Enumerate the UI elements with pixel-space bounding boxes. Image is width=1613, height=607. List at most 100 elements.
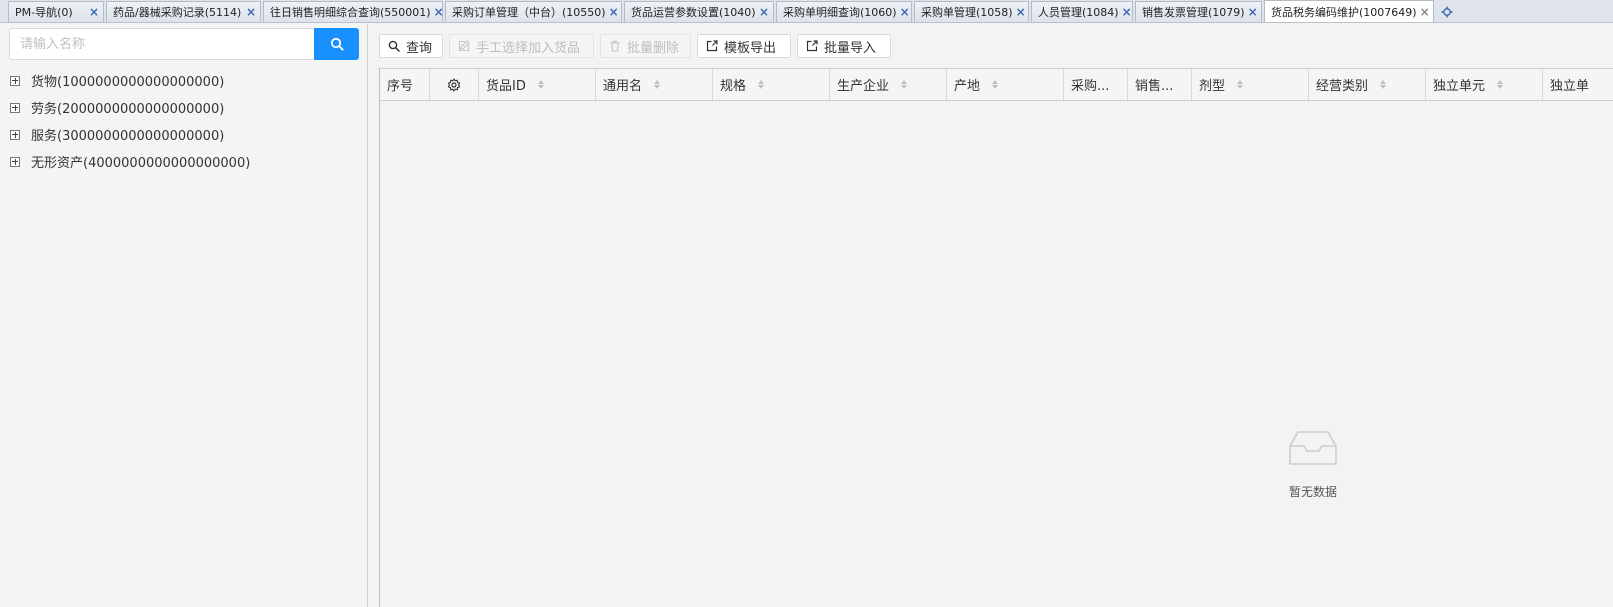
export-icon [706, 40, 718, 52]
close-icon[interactable]: × [609, 6, 619, 18]
column-settings[interactable] [430, 69, 479, 100]
tab-personnel-mgmt[interactable]: 人员管理(1084) × [1031, 1, 1133, 22]
expand-icon[interactable] [10, 156, 20, 167]
tab-purchase-order-mgmt[interactable]: 采购订单管理（中台）(10550) × [445, 1, 622, 22]
column-header-independent-unit-2[interactable]: 独立单 [1543, 69, 1613, 100]
column-header-spec[interactable]: 规格 [713, 69, 830, 100]
close-icon[interactable]: × [434, 6, 444, 18]
sort-icon[interactable] [1380, 80, 1387, 89]
column-header-origin[interactable]: 产地 [947, 69, 1064, 100]
column-header-generic-name[interactable]: 通用名 [596, 69, 713, 100]
column-header-dosage-form[interactable]: 剂型 [1192, 69, 1309, 100]
sort-icon[interactable] [654, 80, 661, 89]
tab-label: 采购订单管理（中台）(10550) [452, 6, 606, 19]
sort-icon[interactable] [1497, 80, 1504, 89]
category-search [9, 28, 359, 60]
search-button[interactable] [314, 28, 359, 60]
sort-icon[interactable] [1237, 80, 1244, 89]
tab-purchase-mgmt[interactable]: 采购单管理(1058) × [914, 1, 1029, 22]
trash-icon [610, 40, 620, 52]
tab-drug-purchase-record[interactable]: 药品/器械采购记录(5114) × [106, 1, 261, 22]
close-icon[interactable]: × [246, 6, 256, 18]
add-tab-icon[interactable] [1436, 1, 1458, 22]
expand-icon[interactable] [10, 75, 20, 86]
manual-add-goods-button[interactable]: 手工选择加入货品 [449, 34, 594, 58]
tab-sales-invoice-mgmt[interactable]: 销售发票管理(1079) × [1135, 1, 1262, 22]
search-icon [388, 40, 400, 52]
column-header-business-category[interactable]: 经营类别 [1309, 69, 1426, 100]
gear-icon[interactable] [447, 77, 461, 92]
data-table: 序号 货品ID 通用名 规格 生产企业 产地 采购... 销售... 剂型 经营… [379, 68, 1613, 607]
table-header: 序号 货品ID 通用名 规格 生产企业 产地 采购... 销售... 剂型 经营… [380, 68, 1613, 101]
sort-icon[interactable] [992, 80, 999, 89]
column-header-label: 生产企业 [837, 79, 890, 94]
column-header-label: 销售... [1135, 79, 1174, 94]
column-header-sales[interactable]: 销售... [1128, 69, 1192, 100]
batch-import-label: 批量导入 [824, 40, 877, 56]
manual-add-goods-label: 手工选择加入货品 [476, 40, 581, 56]
tab-label: 采购单明细查询(1060) [783, 6, 897, 19]
tab-pm-nav[interactable]: PM-导航(0) × [8, 1, 104, 22]
expand-icon[interactable] [10, 102, 20, 113]
column-header-manufacturer[interactable]: 生产企业 [830, 69, 947, 100]
column-header-label: 独立单 [1550, 79, 1590, 94]
category-tree: 货物(1000000000000000000) 劳务(2000000000000… [10, 67, 250, 175]
empty-state: 暂无数据 [1263, 428, 1363, 500]
close-icon[interactable]: × [1122, 6, 1132, 18]
close-icon[interactable]: × [900, 6, 910, 18]
column-header-label: 采购... [1071, 79, 1110, 94]
tab-bar: PM-导航(0) × 药品/器械采购记录(5114) × 往日销售明细综合查询(… [0, 0, 1613, 23]
close-icon[interactable]: × [1420, 6, 1430, 18]
tab-label: 采购单管理(1058) [921, 6, 1013, 19]
tab-goods-tax-code[interactable]: 货品税务编码维护(1007649) × [1264, 0, 1434, 22]
search-input[interactable] [9, 28, 314, 60]
column-header-label: 货品ID [486, 79, 526, 94]
tab-label: 药品/器械采购记录(5114) [113, 6, 242, 19]
template-export-button[interactable]: 模板导出 [697, 34, 791, 58]
main-panel: 查询 手工选择加入货品 批量删除 模板导出 批量导入 序号 货品ID 通用名 规… [368, 24, 1613, 607]
empty-inbox-icon [1289, 431, 1337, 465]
column-header-independent-unit[interactable]: 独立单元 [1426, 69, 1543, 100]
tab-label: PM-导航(0) [15, 6, 73, 19]
batch-delete-label: 批量删除 [627, 40, 680, 56]
tree-node-label[interactable]: 货物(1000000000000000000) [31, 71, 224, 90]
column-header-label: 规格 [720, 79, 747, 94]
sort-icon[interactable] [537, 80, 544, 89]
query-button[interactable]: 查询 [379, 34, 443, 58]
close-icon[interactable]: × [89, 6, 99, 18]
column-header-label: 剂型 [1199, 79, 1226, 94]
close-icon[interactable]: × [1016, 6, 1026, 18]
search-icon [330, 37, 344, 51]
tab-purchase-detail-query[interactable]: 采购单明细查询(1060) × [776, 1, 912, 22]
column-header-goods-id[interactable]: 货品ID [479, 69, 596, 100]
edit-icon [458, 40, 470, 52]
tree-node-label[interactable]: 服务(3000000000000000000) [31, 125, 224, 144]
tab-goods-operation-params[interactable]: 货品运营参数设置(1040) × [624, 1, 774, 22]
tree-node-service[interactable]: 服务(3000000000000000000) [10, 121, 250, 148]
tree-node-label[interactable]: 无形资产(4000000000000000000) [31, 152, 250, 171]
column-header-label: 经营类别 [1316, 79, 1369, 94]
column-header-label: 独立单元 [1433, 79, 1486, 94]
toolbar: 查询 手工选择加入货品 批量删除 模板导出 批量导入 [379, 34, 897, 58]
expand-icon[interactable] [10, 129, 20, 140]
empty-text: 暂无数据 [1288, 485, 1337, 499]
batch-import-button[interactable]: 批量导入 [797, 34, 891, 58]
tab-label: 货品税务编码维护(1007649) [1271, 5, 1417, 19]
close-icon[interactable]: × [759, 6, 769, 18]
tree-node-label[interactable]: 劳务(2000000000000000000) [31, 98, 224, 117]
import-icon [806, 40, 818, 52]
tree-node-labor[interactable]: 劳务(2000000000000000000) [10, 94, 250, 121]
sort-icon[interactable] [901, 80, 908, 89]
batch-delete-button[interactable]: 批量删除 [600, 34, 691, 58]
column-header-purchase[interactable]: 采购... [1064, 69, 1128, 100]
column-header-label: 序号 [387, 79, 414, 94]
sort-icon[interactable] [758, 80, 765, 89]
tab-label: 往日销售明细综合查询(550001) [270, 6, 431, 19]
tab-label: 销售发票管理(1079) [1142, 6, 1245, 19]
tab-past-sales-detail[interactable]: 往日销售明细综合查询(550001) × [263, 1, 444, 22]
close-icon[interactable]: × [1248, 6, 1258, 18]
tree-node-intangible-assets[interactable]: 无形资产(4000000000000000000) [10, 148, 250, 175]
tree-node-goods[interactable]: 货物(1000000000000000000) [10, 67, 250, 94]
column-header-index: 序号 [380, 69, 430, 100]
column-header-label: 通用名 [603, 79, 643, 94]
